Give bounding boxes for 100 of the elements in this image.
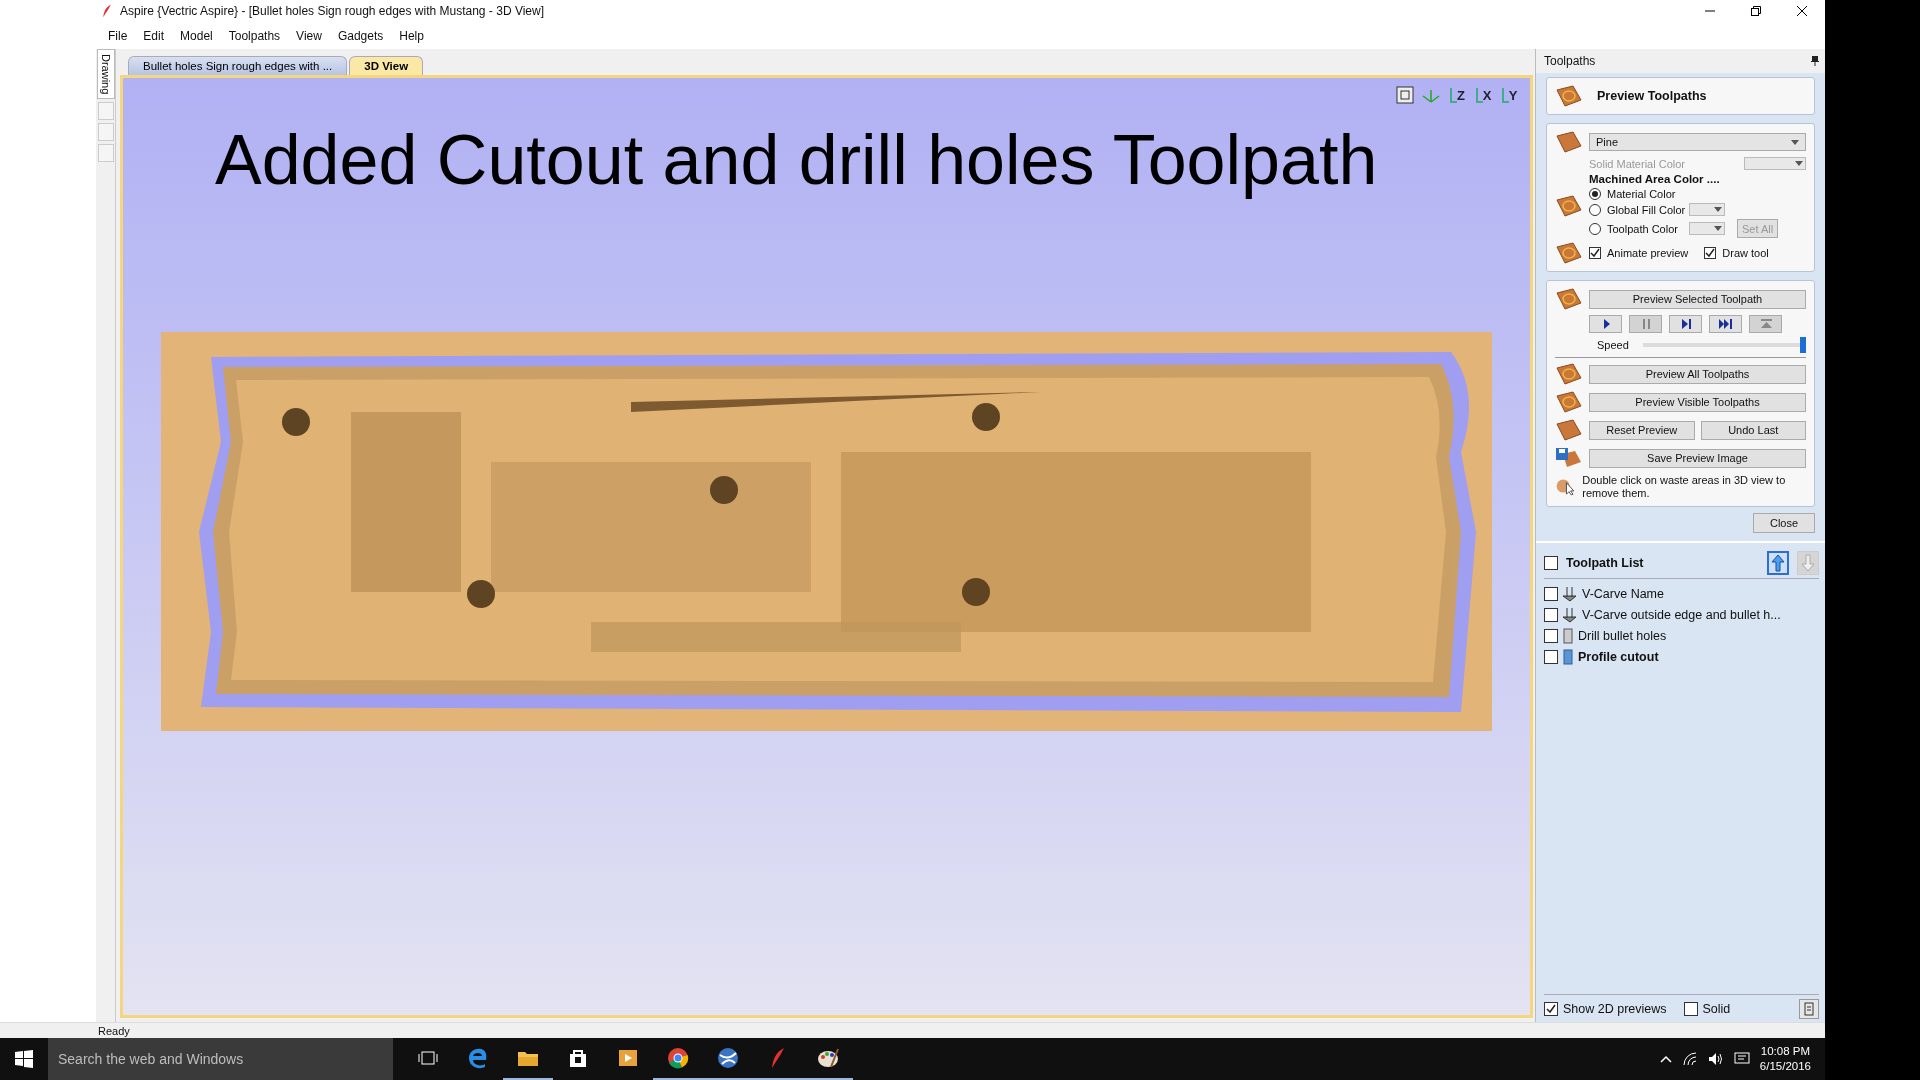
checkbox[interactable]: [1544, 556, 1558, 570]
checkbox[interactable]: [1544, 1001, 1558, 1016]
windows-logo-icon: [15, 1050, 33, 1068]
menu-item[interactable]: View: [288, 28, 330, 43]
close-panel-button[interactable]: Close: [1753, 513, 1815, 533]
checkbox[interactable]: [1544, 607, 1558, 622]
list-options-button[interactable]: [1799, 998, 1819, 1019]
search-field[interactable]: Search the web and Windows: [48, 1038, 393, 1080]
status-text: Ready: [98, 1024, 130, 1037]
checkbox[interactable]: [1544, 586, 1558, 601]
task-view-icon: [418, 1050, 438, 1066]
checkbox-label: Show 2D previews: [1563, 1001, 1667, 1016]
solid-color-label: Solid Material Color: [1589, 157, 1685, 170]
notification-icon[interactable]: [1733, 1052, 1750, 1066]
zoom-fit-button[interactable]: [1394, 84, 1416, 106]
axis-icon: [1449, 86, 1457, 104]
globe-icon: [717, 1047, 739, 1069]
color-dropdown[interactable]: [1744, 157, 1806, 170]
side-tab[interactable]: Drawing: [96, 49, 115, 100]
media-player-icon: [618, 1048, 638, 1068]
end-icon: [1718, 317, 1733, 331]
list-title: Toolpath List: [1566, 556, 1645, 570]
hint-text: Double click on waste areas in 3D view to remove them.: [1582, 474, 1787, 500]
caret-icon: [1795, 161, 1803, 166]
toolpath-name[interactable]: Profile cutout: [1578, 649, 1659, 664]
chrome-icon: [667, 1047, 689, 1069]
axis-view-button[interactable]: X: [1472, 84, 1494, 106]
color-dropdown[interactable]: [1689, 203, 1725, 216]
top-icon: [1758, 317, 1773, 331]
v-bit-icon: [1562, 606, 1578, 623]
clock[interactable]: 10:08 PM 6/15/2016: [1759, 1044, 1811, 1074]
speed-label: Speed: [1597, 339, 1629, 351]
checkbox[interactable]: [1683, 1001, 1698, 1016]
wood-block-icon: [1555, 193, 1583, 218]
arrow-down-icon: [1801, 554, 1815, 572]
document-tab[interactable]: Bullet holes Sign rough edges with ...: [128, 56, 348, 75]
menu-item[interactable]: Toolpaths: [220, 28, 289, 43]
drill-bit-icon: [1562, 627, 1574, 644]
checkbox[interactable]: [1704, 247, 1717, 259]
wifi-icon[interactable]: [1681, 1052, 1698, 1066]
radio-button[interactable]: [1589, 188, 1601, 200]
axis-view-button[interactable]: Y: [1498, 84, 1520, 106]
panel-title: Toolpaths: [1544, 54, 1596, 68]
preview-visible-button[interactable]: Preview Visible Toolpaths: [1589, 392, 1806, 412]
axis-icon: [1474, 86, 1483, 104]
caption-overlay: Added Cutout and drill holes Toolpath: [215, 120, 1379, 200]
shopping-bag-icon: [568, 1048, 588, 1068]
checkbox-label: Animate preview: [1607, 247, 1689, 259]
menu-item[interactable]: Edit: [135, 28, 173, 43]
checkbox[interactable]: [1544, 649, 1558, 664]
end-mill-icon: [1562, 648, 1574, 665]
undo-last-button[interactable]: Undo Last: [1700, 420, 1806, 440]
end-button[interactable]: [1709, 315, 1742, 333]
menu-item[interactable]: Model: [172, 28, 221, 43]
3d-view[interactable]: Z X Y Added Cutout and drill holes Toolpath: [120, 75, 1533, 1018]
toolpath-name[interactable]: V-Carve Name: [1582, 586, 1664, 601]
document-tab[interactable]: 3D View: [349, 56, 424, 75]
caret-icon: [1714, 226, 1722, 231]
save-image-button[interactable]: Save Preview Image: [1589, 448, 1806, 468]
close-icon: [1797, 6, 1807, 16]
pin-icon[interactable]: [1811, 56, 1819, 66]
radio-label: Material Color: [1607, 188, 1677, 200]
save-disk-icon: [1555, 446, 1583, 470]
play-button[interactable]: [1589, 315, 1622, 333]
menu-item[interactable]: Gadgets: [329, 28, 392, 43]
speaker-icon[interactable]: [1707, 1052, 1724, 1066]
v-bit-icon: [1562, 585, 1578, 602]
panel-heading: Preview Toolpaths: [1597, 89, 1707, 103]
chevron-up-icon[interactable]: [1659, 1055, 1672, 1063]
browser-e-icon: [467, 1047, 489, 1069]
preview-selected-button[interactable]: Preview Selected Toolpath: [1589, 289, 1806, 309]
radio-label: Toolpath Color: [1607, 222, 1679, 235]
caret-icon: [1714, 207, 1722, 212]
menu-item[interactable]: Help: [391, 28, 432, 43]
feather-icon: [770, 1047, 786, 1069]
axis-view-button[interactable]: Z: [1446, 84, 1468, 106]
move-up-button[interactable]: [1767, 551, 1789, 575]
radio-button[interactable]: [1589, 203, 1601, 216]
wood-block-icon: [1555, 241, 1583, 265]
checkbox[interactable]: [1589, 247, 1601, 259]
paint-palette-icon: [817, 1047, 839, 1069]
machined-color-label: Machined Area Color ....: [1589, 173, 1721, 185]
material-dropdown[interactable]: Pine: [1589, 133, 1806, 151]
preview-all-button[interactable]: Preview All Toolpaths: [1589, 364, 1806, 384]
menu-item[interactable]: File: [100, 28, 136, 43]
radio-label: Global Fill Color: [1607, 203, 1683, 216]
arrow-up-icon: [1771, 554, 1785, 572]
slider-thumb[interactable]: [1800, 337, 1806, 353]
window-title: Aspire {Vectric Aspire} - [Bullet holes Sign rough edges with Mustang - 3D View]: [120, 4, 545, 18]
wood-block-icon: [1555, 130, 1583, 154]
step-button[interactable]: [1669, 315, 1702, 333]
radio-button[interactable]: [1589, 222, 1601, 235]
toolpath-name[interactable]: Drill bullet holes: [1578, 628, 1667, 643]
wood-blocks-icon: [1555, 362, 1583, 386]
feather-icon: [102, 4, 112, 18]
checkbox[interactable]: [1544, 628, 1558, 643]
color-dropdown[interactable]: [1689, 222, 1725, 235]
reset-preview-button[interactable]: Reset Preview: [1589, 420, 1695, 440]
restore-icon: [1751, 6, 1761, 16]
toolpath-name[interactable]: V-Carve outside edge and bullet h...: [1582, 607, 1781, 622]
